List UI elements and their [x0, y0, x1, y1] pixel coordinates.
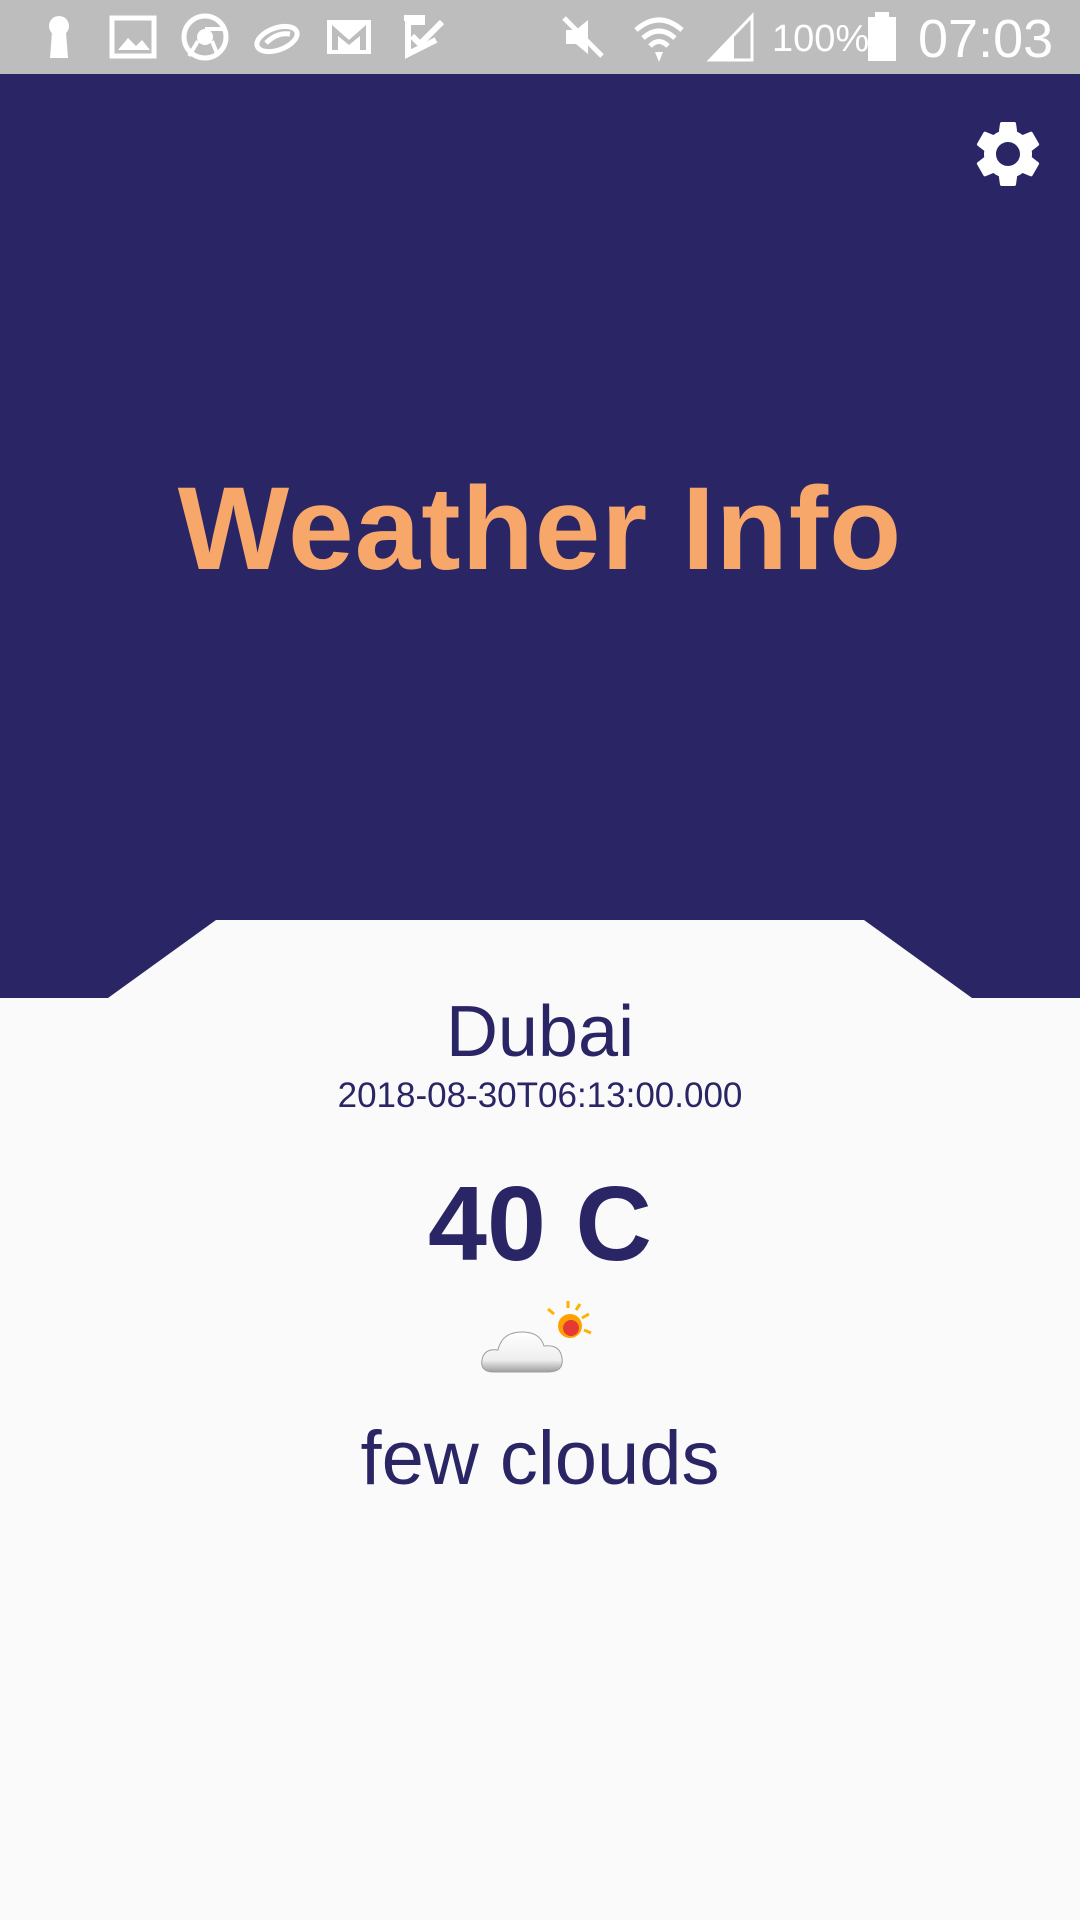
weather-app-screen: 100% 07:03 Weather Info Dubai 2018-08-30… — [0, 0, 1080, 1920]
battery-percent: 100% — [772, 18, 870, 60]
header-banner: Weather Info — [0, 74, 1080, 998]
keyhole-icon — [49, 16, 69, 58]
settings-button[interactable] — [968, 114, 1048, 194]
status-bar: 100% 07:03 — [0, 0, 1080, 74]
gallery-icon — [109, 15, 157, 59]
few-clouds-icon — [481, 1301, 592, 1373]
temperature: 40 C — [428, 1165, 652, 1283]
clock: 07:03 — [918, 9, 1054, 69]
checkbox-app-icon — [404, 15, 445, 59]
mute-icon — [562, 16, 604, 58]
battery-icon — [868, 12, 896, 61]
wifi-icon — [634, 17, 684, 62]
app-title: Weather Info — [177, 463, 903, 595]
chrome-icon — [181, 13, 229, 61]
observation-time: 2018-08-30T06:13:00.000 — [337, 1076, 743, 1115]
weather-card: Dubai 2018-08-30T06:13:00.000 40 C few c… — [0, 990, 1080, 1504]
signal-icon — [706, 12, 754, 62]
link-icon — [254, 23, 300, 55]
weather-condition: few clouds — [360, 1416, 720, 1501]
gmail-icon — [327, 20, 371, 54]
gear-icon — [976, 121, 1040, 186]
city-name: Dubai — [445, 992, 635, 1072]
